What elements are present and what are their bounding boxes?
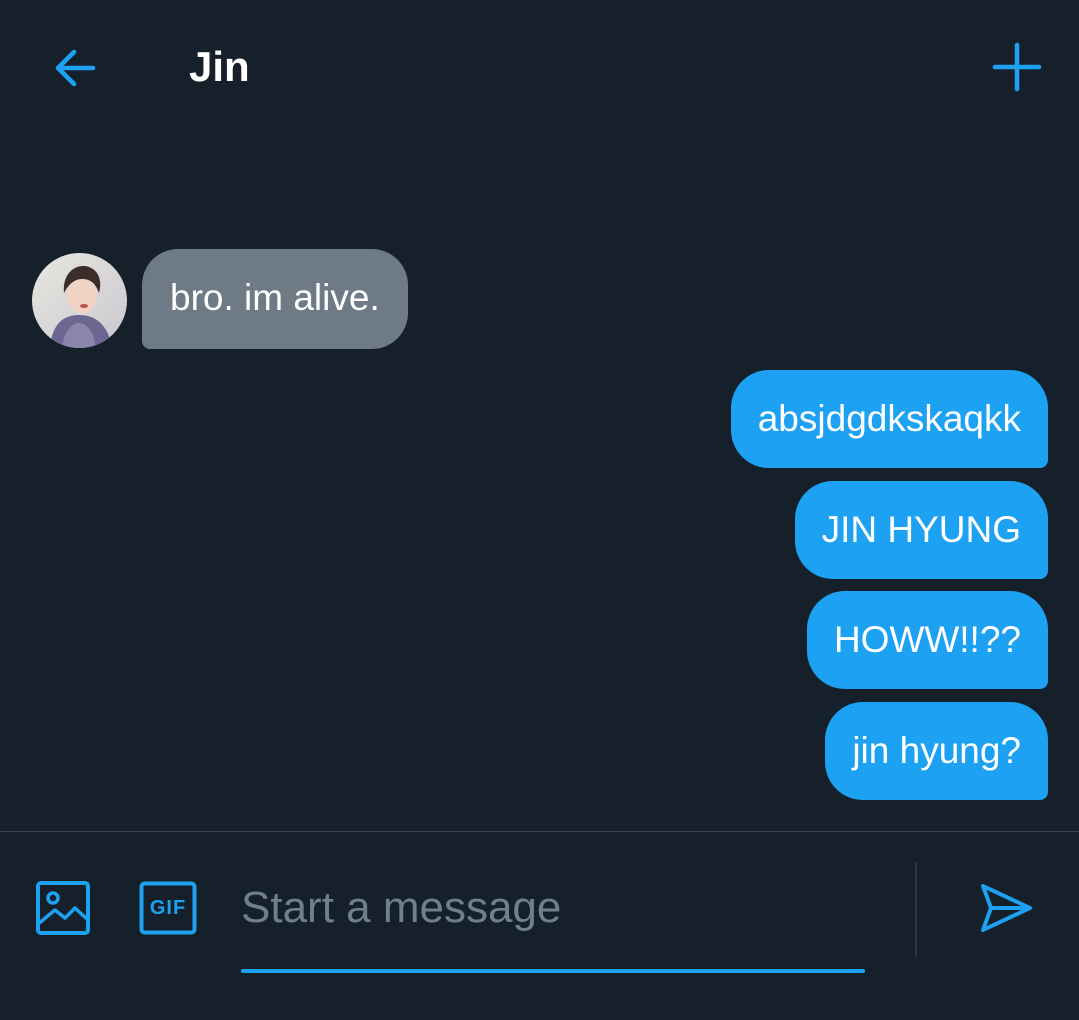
- back-button[interactable]: [44, 38, 104, 98]
- add-image-button[interactable]: [34, 879, 92, 937]
- conversation-header: Jin: [0, 0, 1079, 130]
- image-icon: [36, 881, 90, 935]
- incoming-message-bubble[interactable]: bro. im alive.: [142, 249, 408, 349]
- message-input-wrapper: [241, 860, 865, 974]
- message-input[interactable]: [241, 878, 865, 938]
- input-focus-underline: [241, 969, 865, 973]
- outgoing-message-bubble[interactable]: jin hyung?: [825, 702, 1048, 800]
- new-conversation-button[interactable]: [988, 38, 1046, 96]
- send-separator: [915, 862, 917, 957]
- dm-conversation-screen: Jin bro. im alive. absjdgdkskaqkk JIN HY…: [0, 0, 1079, 1020]
- outgoing-message-bubble[interactable]: HOWW!!??: [806, 591, 1048, 689]
- composer-divider: [0, 831, 1079, 832]
- send-button[interactable]: [976, 878, 1036, 938]
- outgoing-message-bubble[interactable]: absjdgdkskaqkk: [730, 370, 1048, 468]
- gif-label: GIF: [149, 897, 187, 919]
- arrow-left-icon: [55, 49, 96, 87]
- avatar-photo: [32, 253, 127, 348]
- conversation-title[interactable]: Jin: [189, 40, 250, 94]
- plus-icon: [992, 42, 1042, 92]
- add-gif-button[interactable]: GIF: [138, 880, 198, 936]
- outgoing-message-bubble[interactable]: JIN HYUNG: [794, 481, 1048, 579]
- send-icon: [981, 884, 1032, 932]
- avatar[interactable]: [32, 253, 127, 348]
